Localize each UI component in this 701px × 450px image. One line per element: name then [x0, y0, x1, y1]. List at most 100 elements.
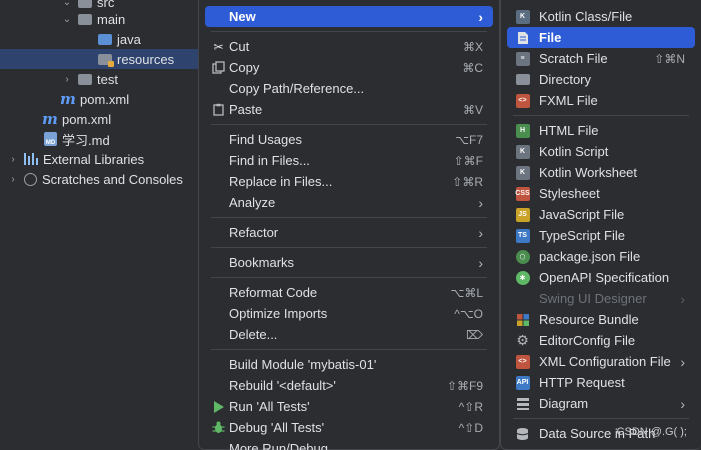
- submenu-item-directory[interactable]: Directory: [507, 69, 695, 90]
- chevron-right-icon: ›: [680, 290, 685, 307]
- submenu-item-editorconfig[interactable]: ⚙ EditorConfig File: [507, 330, 695, 351]
- tree-item-pom-xml-root[interactable]: m pom.xml: [0, 109, 198, 129]
- file-icon: [515, 30, 530, 45]
- menu-item-rebuild[interactable]: Rebuild '<default>' ⇧⌘F9: [205, 375, 493, 396]
- tree-label: java: [117, 31, 141, 47]
- folder-icon: [78, 13, 92, 25]
- menu-item-build-module[interactable]: Build Module 'mybatis-01': [205, 354, 493, 375]
- menu-item-optimize-imports[interactable]: Optimize Imports ^⌥O: [205, 303, 493, 324]
- menu-label: Find in Files...: [229, 153, 310, 168]
- menu-label: FXML File: [539, 93, 598, 108]
- submenu-item-swing-ui-designer[interactable]: Swing UI Designer ›: [507, 288, 695, 309]
- tree-label: main: [97, 11, 126, 27]
- menu-label: Stylesheet: [539, 186, 600, 201]
- menu-item-delete[interactable]: Delete... ⌦: [205, 324, 493, 345]
- chevron-right-icon[interactable]: ›: [8, 174, 18, 185]
- menu-label: HTML File: [539, 123, 599, 138]
- submenu-item-html[interactable]: H HTML File: [507, 120, 695, 141]
- kotlin-script-icon: K: [515, 144, 530, 159]
- submenu-item-javascript[interactable]: JS JavaScript File: [507, 204, 695, 225]
- project-tree: ⌄ src ⌄ main java resources › test m pom…: [0, 0, 198, 450]
- submenu-item-xml-configuration[interactable]: <> XML Configuration File ›: [507, 351, 695, 372]
- menu-shortcut: ⇧⌘F: [453, 153, 483, 168]
- tree-label: pom.xml: [80, 91, 130, 107]
- tree-item-java[interactable]: java: [0, 29, 198, 49]
- submenu-item-typescript[interactable]: TS TypeScript File: [507, 225, 695, 246]
- tree-item-external-libraries[interactable]: › External Libraries: [0, 149, 198, 169]
- tree-label: test: [97, 71, 118, 87]
- menu-item-analyze[interactable]: Analyze ›: [205, 192, 493, 213]
- menu-item-bookmarks[interactable]: Bookmarks ›: [205, 252, 493, 273]
- nodejs-icon: ⬡: [515, 249, 530, 264]
- chevron-down-icon[interactable]: ⌄: [62, 14, 72, 25]
- submenu-item-stylesheet[interactable]: CSS Stylesheet: [507, 183, 695, 204]
- submenu-item-kotlin-class[interactable]: K Kotlin Class/File: [507, 6, 695, 27]
- menu-label: JavaScript File: [539, 207, 625, 222]
- tree-label: resources: [117, 51, 175, 67]
- submenu-item-kotlin-script[interactable]: K Kotlin Script: [507, 141, 695, 162]
- menu-item-more-run-debug[interactable]: More Run/Debug: [205, 438, 493, 450]
- menu-label: Reformat Code: [229, 285, 318, 300]
- menu-label: Diagram: [539, 396, 589, 411]
- submenu-item-package-json[interactable]: ⬡ package.json File: [507, 246, 695, 267]
- submenu-item-scratch-file[interactable]: ≡ Scratch File ⇧⌘N: [507, 48, 695, 69]
- menu-label: Kotlin Class/File: [539, 9, 633, 24]
- menu-item-copy[interactable]: Copy ⌘C: [205, 57, 493, 78]
- chevron-right-icon[interactable]: ›: [8, 154, 18, 165]
- menu-label: Optimize Imports: [229, 306, 328, 321]
- submenu-item-http-request[interactable]: API HTTP Request: [507, 372, 695, 393]
- menu-item-replace-in-files[interactable]: Replace in Files... ⇧⌘R: [205, 171, 493, 192]
- tree-item-main[interactable]: ⌄ main: [0, 9, 198, 29]
- fxml-file-icon: <>: [515, 93, 530, 108]
- folder-icon: [78, 0, 92, 8]
- tree-item-test[interactable]: › test: [0, 69, 198, 89]
- menu-item-find-in-files[interactable]: Find in Files... ⇧⌘F: [205, 150, 493, 171]
- chevron-right-icon[interactable]: ›: [62, 74, 72, 85]
- menu-separator: [211, 124, 487, 125]
- chevron-right-icon: ›: [478, 224, 483, 241]
- new-submenu: K Kotlin Class/File File ≡ Scratch File …: [500, 0, 701, 450]
- scratches-icon: [24, 172, 37, 186]
- menu-separator: [211, 349, 487, 350]
- folder-icon: [78, 73, 92, 85]
- menu-shortcut: ⌘X: [462, 39, 483, 54]
- menu-item-find-usages[interactable]: Find Usages ⌥F7: [205, 129, 493, 150]
- copy-icon: [211, 60, 226, 75]
- tree-item-pom-xml[interactable]: m pom.xml: [0, 89, 198, 109]
- tree-item-scratches[interactable]: › Scratches and Consoles: [0, 169, 198, 189]
- javascript-file-icon: JS: [515, 207, 530, 222]
- menu-label: TypeScript File: [539, 228, 625, 243]
- menu-shortcut: ⇧⌘N: [654, 51, 685, 66]
- submenu-item-openapi[interactable]: ✱ OpenAPI Specification: [507, 267, 695, 288]
- menu-shortcut: ⌥⌘L: [450, 285, 483, 300]
- menu-item-cut[interactable]: ✂ Cut ⌘X: [205, 36, 493, 57]
- menu-item-paste[interactable]: Paste ⌘V: [205, 99, 493, 120]
- menu-label: Refactor: [229, 225, 279, 240]
- submenu-item-fxml[interactable]: <> FXML File: [507, 90, 695, 111]
- menu-shortcut: ⌦: [466, 327, 483, 342]
- menu-label: New: [229, 9, 256, 24]
- menu-item-refactor[interactable]: Refactor ›: [205, 222, 493, 243]
- menu-item-new[interactable]: New ›: [205, 6, 493, 27]
- menu-label: Scratch File: [539, 51, 608, 66]
- submenu-item-file[interactable]: File: [507, 27, 695, 48]
- menu-label: HTTP Request: [539, 375, 625, 390]
- menu-item-copy-path[interactable]: Copy Path/Reference...: [205, 78, 493, 99]
- library-icon: [24, 153, 38, 165]
- menu-item-reformat-code[interactable]: Reformat Code ⌥⌘L: [205, 282, 493, 303]
- menu-label: Run 'All Tests': [229, 399, 310, 414]
- menu-separator: [211, 31, 487, 32]
- menu-item-run-tests[interactable]: Run 'All Tests' ^⇧R: [205, 396, 493, 417]
- menu-item-debug-tests[interactable]: Debug 'All Tests' ^⇧D: [205, 417, 493, 438]
- menu-label: File: [539, 30, 562, 45]
- submenu-item-resource-bundle[interactable]: Resource Bundle: [507, 309, 695, 330]
- submenu-item-kotlin-worksheet[interactable]: K Kotlin Worksheet: [507, 162, 695, 183]
- chevron-right-icon: ›: [680, 395, 685, 412]
- tree-item-markdown[interactable]: MD 学习.md: [0, 129, 198, 149]
- tree-item-resources[interactable]: resources: [0, 49, 198, 69]
- paste-icon: [211, 102, 226, 117]
- chevron-down-icon[interactable]: ⌄: [62, 0, 72, 8]
- xml-file-icon: <>: [515, 354, 530, 369]
- maven-icon: m: [42, 110, 58, 128]
- submenu-item-diagram[interactable]: Diagram ›: [507, 393, 695, 414]
